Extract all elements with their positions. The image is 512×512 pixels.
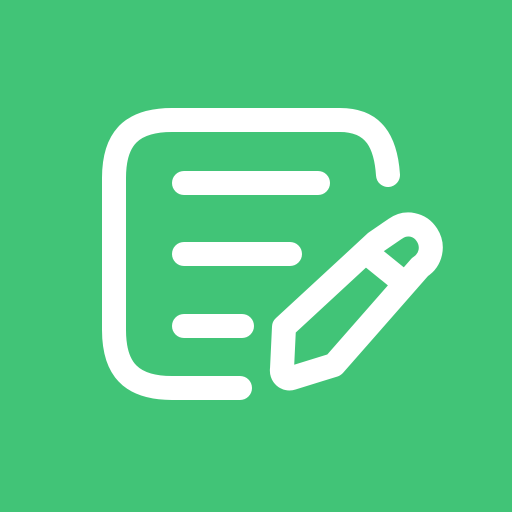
app-icon[interactable]: [0, 0, 512, 512]
notes-edit-icon: [0, 0, 512, 512]
